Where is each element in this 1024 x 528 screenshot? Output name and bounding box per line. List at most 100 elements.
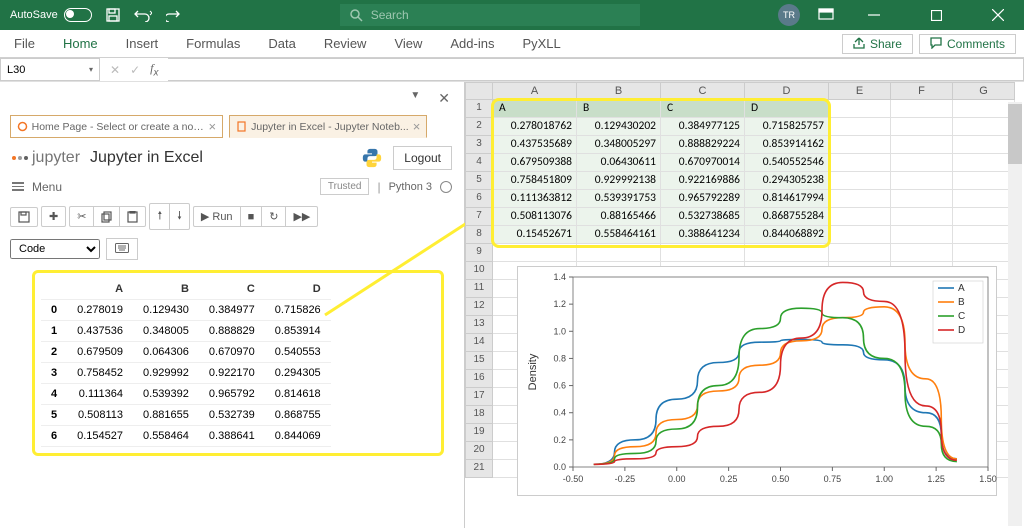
row-header[interactable]: 2 xyxy=(465,118,493,136)
browser-tab-home[interactable]: Home Page - Select or create a note... × xyxy=(10,115,223,138)
formula-input[interactable] xyxy=(168,58,1024,81)
cell[interactable]: 0.558464161 xyxy=(577,226,661,244)
cell[interactable] xyxy=(953,190,1015,208)
row-header[interactable]: 8 xyxy=(465,226,493,244)
cell[interactable]: 0.06430611 xyxy=(577,154,661,172)
cell[interactable] xyxy=(953,154,1015,172)
cell[interactable] xyxy=(891,226,953,244)
save-nb-button[interactable] xyxy=(11,208,37,226)
density-chart[interactable]: -0.50-0.250.000.250.500.751.001.251.500.… xyxy=(517,266,997,496)
ribbon-tab-review[interactable]: Review xyxy=(310,36,381,51)
row-header[interactable]: 9 xyxy=(465,244,493,262)
cell[interactable] xyxy=(829,100,891,118)
move-down-button[interactable]: 🠗 xyxy=(170,204,189,229)
cell[interactable]: 0.758451809 xyxy=(493,172,577,190)
undo-icon[interactable] xyxy=(134,8,152,22)
col-header[interactable]: C xyxy=(661,82,745,100)
ribbon-display-icon[interactable] xyxy=(818,8,834,22)
row-header[interactable]: 11 xyxy=(465,280,493,298)
cell[interactable] xyxy=(891,118,953,136)
name-box[interactable]: L30 xyxy=(0,58,100,81)
redo-icon[interactable] xyxy=(166,8,180,22)
save-icon[interactable] xyxy=(106,8,120,22)
cell[interactable] xyxy=(953,118,1015,136)
tab-close-icon[interactable]: × xyxy=(209,119,217,134)
cell[interactable] xyxy=(953,208,1015,226)
cell[interactable] xyxy=(891,100,953,118)
cell[interactable]: 0.539391753 xyxy=(577,190,661,208)
command-palette-button[interactable] xyxy=(106,238,138,260)
row-header[interactable]: 4 xyxy=(465,154,493,172)
row-header[interactable]: 10 xyxy=(465,262,493,280)
cell[interactable]: 0.844068892 xyxy=(745,226,829,244)
cell[interactable]: 0.853914162 xyxy=(745,136,829,154)
celltype-select[interactable]: Code xyxy=(10,239,100,259)
restart-button[interactable]: ↻ xyxy=(262,207,286,226)
row-header[interactable]: 18 xyxy=(465,406,493,424)
comments-button[interactable]: Comments xyxy=(919,34,1016,54)
cell[interactable]: 0.111363812 xyxy=(493,190,577,208)
user-avatar[interactable]: TR xyxy=(778,4,800,26)
cell[interactable]: 0.278018762 xyxy=(493,118,577,136)
row-header[interactable]: 15 xyxy=(465,352,493,370)
cell[interactable]: 0.384977125 xyxy=(661,118,745,136)
stop-button[interactable]: ■ xyxy=(241,207,263,226)
col-header[interactable]: B xyxy=(577,82,661,100)
cell[interactable]: 0.437535689 xyxy=(493,136,577,154)
worksheet-grid[interactable]: ABCDEFG 1ABCD20.2780187620.1294302020.38… xyxy=(465,82,1024,528)
cell[interactable] xyxy=(891,190,953,208)
cell[interactable]: 0.868755284 xyxy=(745,208,829,226)
row-header[interactable]: 7 xyxy=(465,208,493,226)
maximize-button[interactable] xyxy=(914,0,958,30)
row-header[interactable]: 5 xyxy=(465,172,493,190)
cell[interactable] xyxy=(891,208,953,226)
row-header[interactable]: 17 xyxy=(465,388,493,406)
cell[interactable]: 0.508113076 xyxy=(493,208,577,226)
col-header[interactable]: G xyxy=(953,82,1015,100)
logout-button[interactable]: Logout xyxy=(393,146,452,170)
cell[interactable]: A xyxy=(493,100,577,118)
cell[interactable]: 0.129430202 xyxy=(577,118,661,136)
col-header[interactable]: F xyxy=(891,82,953,100)
move-up-button[interactable]: 🠕 xyxy=(150,204,170,229)
ribbon-tab-formulas[interactable]: Formulas xyxy=(172,36,254,51)
row-header[interactable]: 6 xyxy=(465,190,493,208)
cell[interactable] xyxy=(953,136,1015,154)
tab-close-icon[interactable]: × xyxy=(413,119,421,134)
ribbon-tab-add-ins[interactable]: Add-ins xyxy=(436,36,508,51)
cell[interactable]: 0.679509388 xyxy=(493,154,577,172)
row-header[interactable]: 20 xyxy=(465,442,493,460)
row-header[interactable]: 14 xyxy=(465,334,493,352)
paste-button[interactable] xyxy=(120,207,145,226)
share-button[interactable]: Share xyxy=(842,34,913,54)
cell[interactable] xyxy=(829,154,891,172)
cell[interactable]: 0.540552546 xyxy=(745,154,829,172)
cell[interactable]: B xyxy=(577,100,661,118)
cell[interactable] xyxy=(953,100,1015,118)
run-button[interactable]: ▶ Run xyxy=(194,207,241,226)
cell[interactable] xyxy=(891,172,953,190)
cell[interactable] xyxy=(829,208,891,226)
row-header[interactable]: 16 xyxy=(465,370,493,388)
kernel-name[interactable]: Python 3 xyxy=(389,181,432,193)
row-header[interactable]: 12 xyxy=(465,298,493,316)
pane-close-icon[interactable]: ✕ xyxy=(438,90,450,107)
pane-dropdown-icon[interactable]: ▼ xyxy=(410,90,420,107)
row-header[interactable]: 21 xyxy=(465,460,493,478)
cell[interactable]: 0.814617994 xyxy=(745,190,829,208)
ribbon-tab-insert[interactable]: Insert xyxy=(112,36,173,51)
cell[interactable] xyxy=(953,244,1015,262)
cell[interactable] xyxy=(953,172,1015,190)
fx-icon[interactable]: fx xyxy=(150,61,158,78)
col-header[interactable]: E xyxy=(829,82,891,100)
trusted-badge[interactable]: Trusted xyxy=(320,178,370,195)
browser-tab-notebook[interactable]: Jupyter in Excel - Jupyter Noteb... × xyxy=(229,115,427,138)
cell[interactable]: 0.929992138 xyxy=(577,172,661,190)
cell[interactable]: 0.922169886 xyxy=(661,172,745,190)
cell[interactable]: 0.715825757 xyxy=(745,118,829,136)
cell[interactable] xyxy=(577,244,661,262)
cell[interactable] xyxy=(829,118,891,136)
select-all-corner[interactable] xyxy=(465,82,493,100)
notebook-title[interactable]: Jupyter in Excel xyxy=(90,149,203,167)
cell[interactable] xyxy=(661,244,745,262)
